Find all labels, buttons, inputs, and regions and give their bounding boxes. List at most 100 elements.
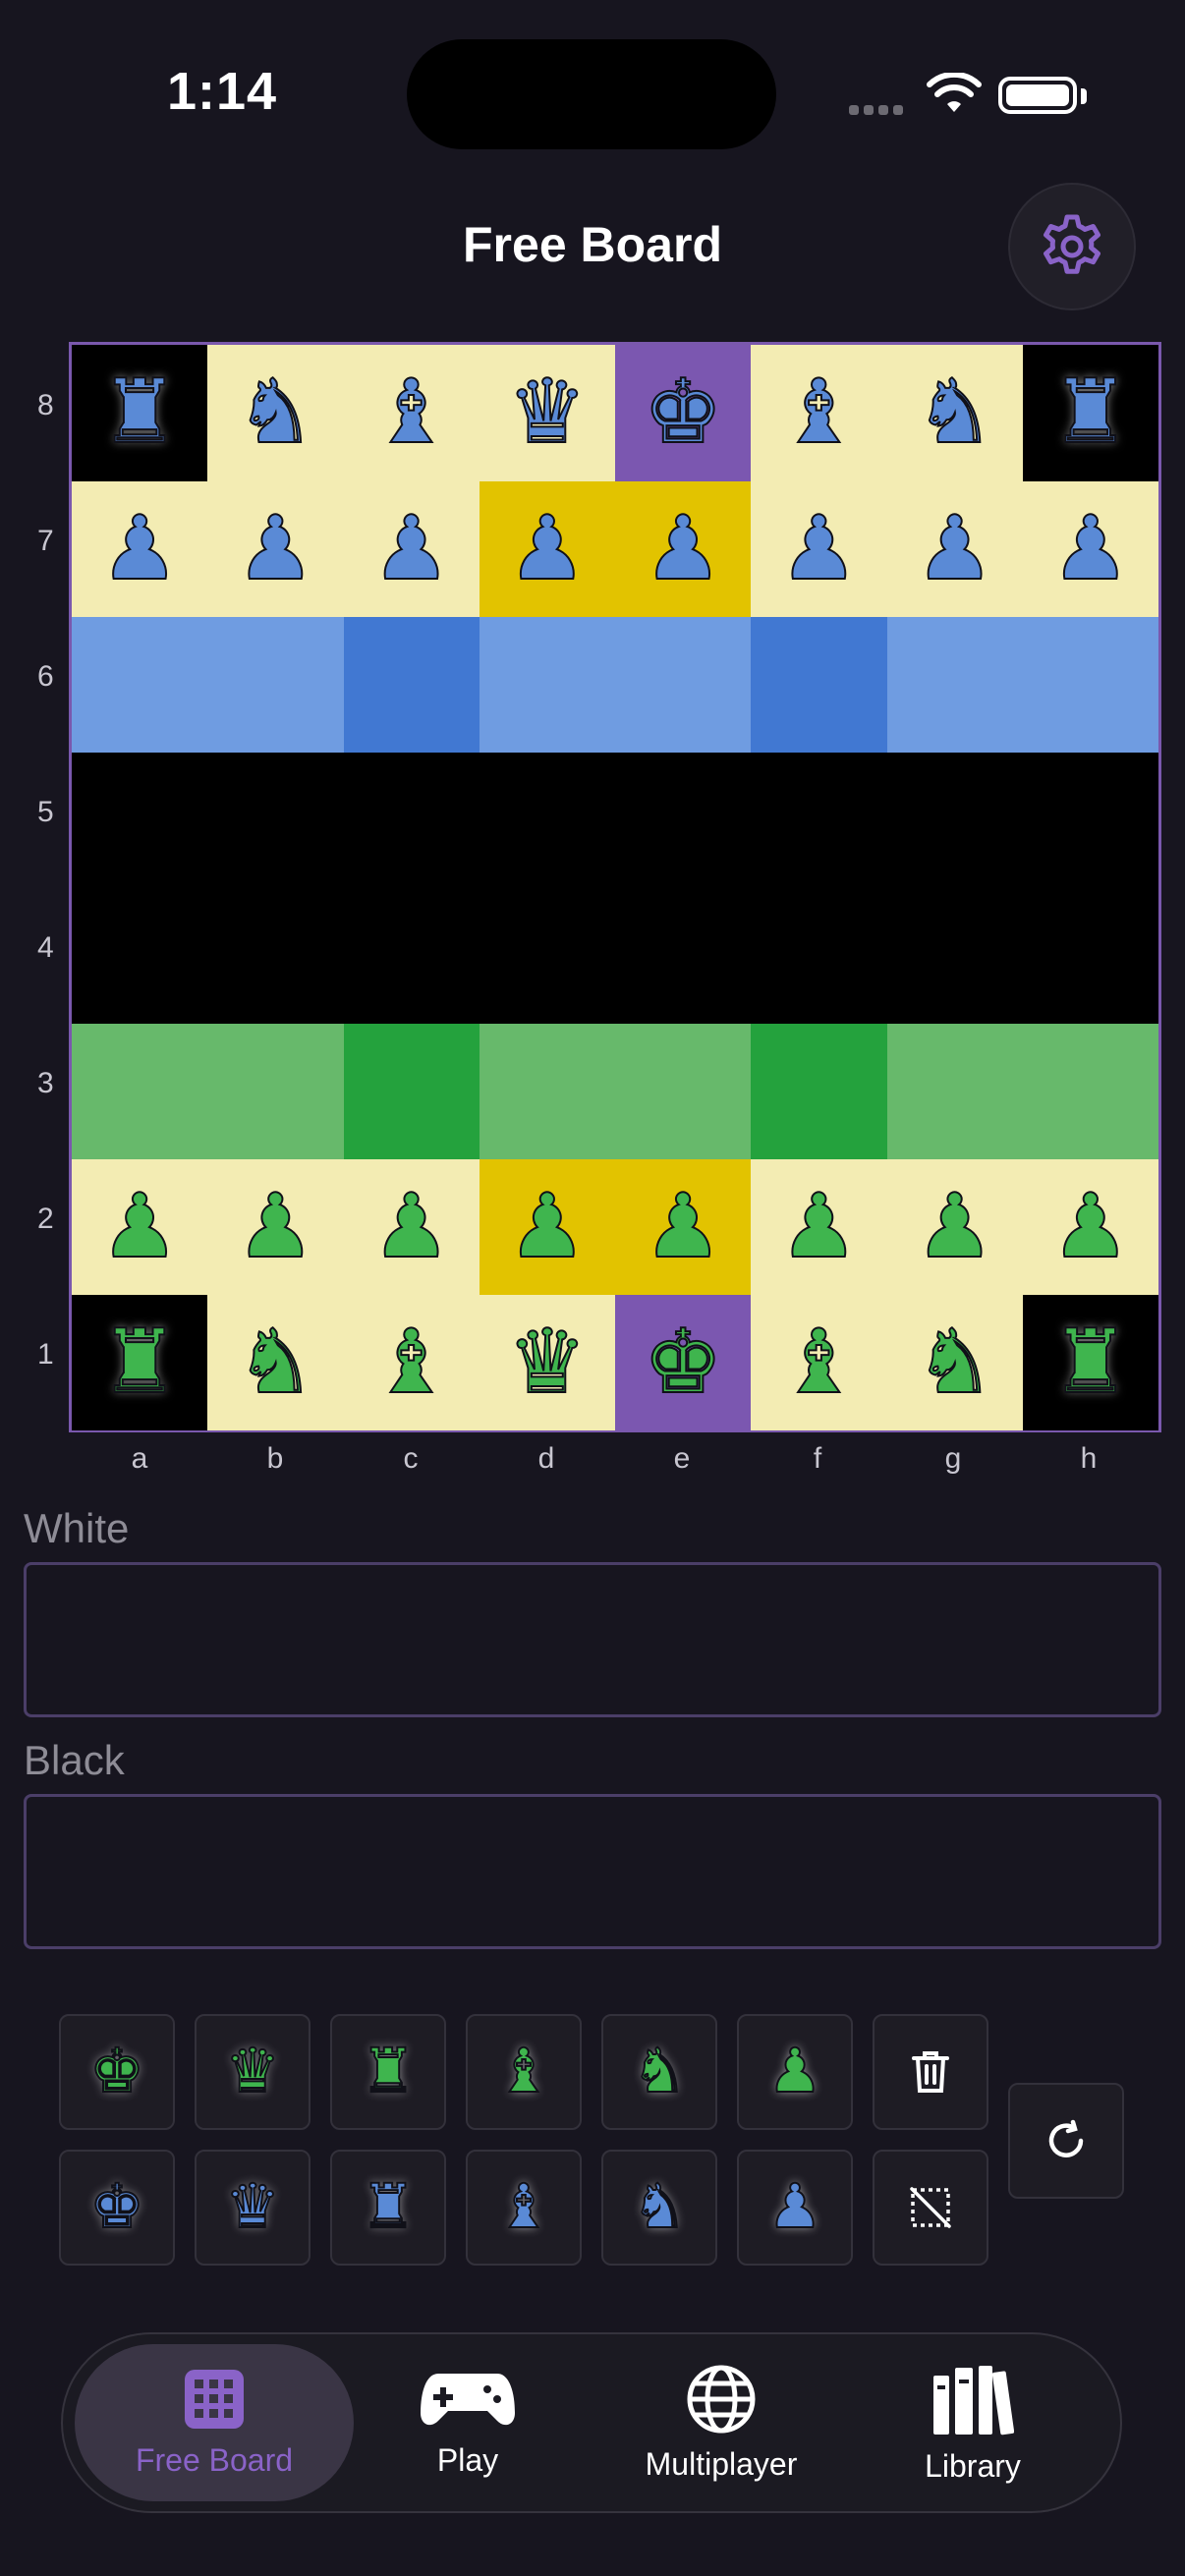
green-piece[interactable]: ♝ [370, 1317, 452, 1408]
green-rook-button[interactable]: ♜ [330, 2014, 446, 2130]
square-d8[interactable]: ♛ [479, 345, 615, 481]
square-a5[interactable] [72, 752, 208, 888]
square-c8[interactable]: ♝ [343, 345, 480, 481]
square-d4[interactable] [479, 887, 615, 1024]
green-queen-button[interactable]: ♛ [195, 2014, 310, 2130]
square-h5[interactable] [1022, 752, 1158, 888]
green-piece[interactable]: ♟ [914, 1182, 995, 1272]
green-piece[interactable]: ♝ [778, 1317, 860, 1408]
square-h1[interactable]: ♜ [1022, 1294, 1158, 1430]
square-g8[interactable]: ♞ [886, 345, 1023, 481]
green-piece[interactable]: ♟ [99, 1182, 181, 1272]
square-a8[interactable]: ♜ [72, 345, 208, 481]
green-piece[interactable]: ♞ [914, 1317, 995, 1408]
blue-piece[interactable]: ♜ [99, 367, 181, 458]
green-king-button[interactable]: ♚ [59, 2014, 175, 2130]
square-h4[interactable] [1022, 887, 1158, 1024]
square-d7[interactable]: ♟ [479, 480, 615, 617]
square-h6[interactable] [1022, 616, 1158, 753]
square-c6[interactable] [343, 616, 480, 753]
square-b1[interactable]: ♞ [207, 1294, 344, 1430]
square-f8[interactable]: ♝ [751, 345, 887, 481]
square-a6[interactable] [72, 616, 208, 753]
blue-piece[interactable]: ♝ [778, 367, 860, 458]
square-g6[interactable] [886, 616, 1023, 753]
square-c3[interactable] [343, 1023, 480, 1159]
square-d5[interactable] [479, 752, 615, 888]
square-e5[interactable] [615, 752, 752, 888]
blue-piece[interactable]: ♟ [235, 504, 316, 594]
blue-piece[interactable]: ♛ [507, 367, 589, 458]
square-e2[interactable]: ♟ [615, 1158, 752, 1295]
green-knight-button[interactable]: ♞ [601, 2014, 717, 2130]
tab-play[interactable]: Play [340, 2344, 595, 2501]
square-g4[interactable] [886, 887, 1023, 1024]
square-g3[interactable] [886, 1023, 1023, 1159]
blue-piece[interactable]: ♟ [99, 504, 181, 594]
blue-knight-button[interactable]: ♞ [601, 2150, 717, 2266]
square-a4[interactable] [72, 887, 208, 1024]
square-g2[interactable]: ♟ [886, 1158, 1023, 1295]
square-e7[interactable]: ♟ [615, 480, 752, 617]
settings-button[interactable] [1008, 183, 1136, 310]
square-c7[interactable]: ♟ [343, 480, 480, 617]
white-player-input[interactable] [24, 1562, 1161, 1717]
square-d1[interactable]: ♛ [479, 1294, 615, 1430]
green-piece[interactable]: ♟ [370, 1182, 452, 1272]
square-b7[interactable]: ♟ [207, 480, 344, 617]
tab-free-board[interactable]: Free Board [75, 2344, 354, 2501]
blue-rook-button[interactable]: ♜ [330, 2150, 446, 2266]
blue-queen-button[interactable]: ♛ [195, 2150, 310, 2266]
square-a2[interactable]: ♟ [72, 1158, 208, 1295]
square-h2[interactable]: ♟ [1022, 1158, 1158, 1295]
square-b4[interactable] [207, 887, 344, 1024]
square-b2[interactable]: ♟ [207, 1158, 344, 1295]
blue-piece[interactable]: ♟ [370, 504, 452, 594]
green-piece[interactable]: ♜ [1050, 1317, 1132, 1408]
chess-board[interactable]: ♜ ♞ ♝ ♛ ♚ ♝ ♞ ♜ ♟ ♟ ♟ ♟ ♟ ♟ ♟ ♟ ♟ ♟ ♟ ♟ ♟ ♟ ♟ ♟ ♜ ♞ ♝ ♛ ♚ ♝ ♞ ♜ [69, 342, 1161, 1432]
square-c2[interactable]: ♟ [343, 1158, 480, 1295]
square-c4[interactable] [343, 887, 480, 1024]
square-b5[interactable] [207, 752, 344, 888]
blue-piece[interactable]: ♜ [1050, 367, 1132, 458]
tab-multiplayer[interactable]: Multiplayer [593, 2344, 849, 2501]
green-piece[interactable]: ♟ [778, 1182, 860, 1272]
square-e8[interactable]: ♚ [615, 345, 752, 481]
square-f2[interactable]: ♟ [751, 1158, 887, 1295]
square-e4[interactable] [615, 887, 752, 1024]
square-f5[interactable] [751, 752, 887, 888]
square-h3[interactable] [1022, 1023, 1158, 1159]
blue-piece[interactable]: ♝ [370, 367, 452, 458]
square-f1[interactable]: ♝ [751, 1294, 887, 1430]
square-e3[interactable] [615, 1023, 752, 1159]
blue-piece[interactable]: ♟ [1050, 504, 1132, 594]
square-e1[interactable]: ♚ [615, 1294, 752, 1430]
square-d2[interactable]: ♟ [479, 1158, 615, 1295]
blue-piece[interactable]: ♞ [914, 367, 995, 458]
square-a3[interactable] [72, 1023, 208, 1159]
green-piece[interactable]: ♟ [1050, 1182, 1132, 1272]
square-h7[interactable]: ♟ [1022, 480, 1158, 617]
square-b8[interactable]: ♞ [207, 345, 344, 481]
green-piece[interactable]: ♟ [643, 1182, 724, 1272]
blue-piece[interactable]: ♚ [643, 367, 724, 458]
green-piece[interactable]: ♛ [507, 1317, 589, 1408]
square-b6[interactable] [207, 616, 344, 753]
square-d3[interactable] [479, 1023, 615, 1159]
square-b3[interactable] [207, 1023, 344, 1159]
square-f7[interactable]: ♟ [751, 480, 887, 617]
clear-board-button[interactable] [873, 2150, 988, 2266]
square-c1[interactable]: ♝ [343, 1294, 480, 1430]
green-piece[interactable]: ♟ [507, 1182, 589, 1272]
green-piece[interactable]: ♚ [643, 1317, 724, 1408]
blue-piece[interactable]: ♟ [643, 504, 724, 594]
blue-pawn-button[interactable]: ♟ [737, 2150, 853, 2266]
green-piece[interactable]: ♜ [99, 1317, 181, 1408]
blue-piece[interactable]: ♟ [914, 504, 995, 594]
square-g7[interactable]: ♟ [886, 480, 1023, 617]
square-e6[interactable] [615, 616, 752, 753]
square-h8[interactable]: ♜ [1022, 345, 1158, 481]
green-piece[interactable]: ♟ [235, 1182, 316, 1272]
green-pawn-button[interactable]: ♟ [737, 2014, 853, 2130]
square-c5[interactable] [343, 752, 480, 888]
